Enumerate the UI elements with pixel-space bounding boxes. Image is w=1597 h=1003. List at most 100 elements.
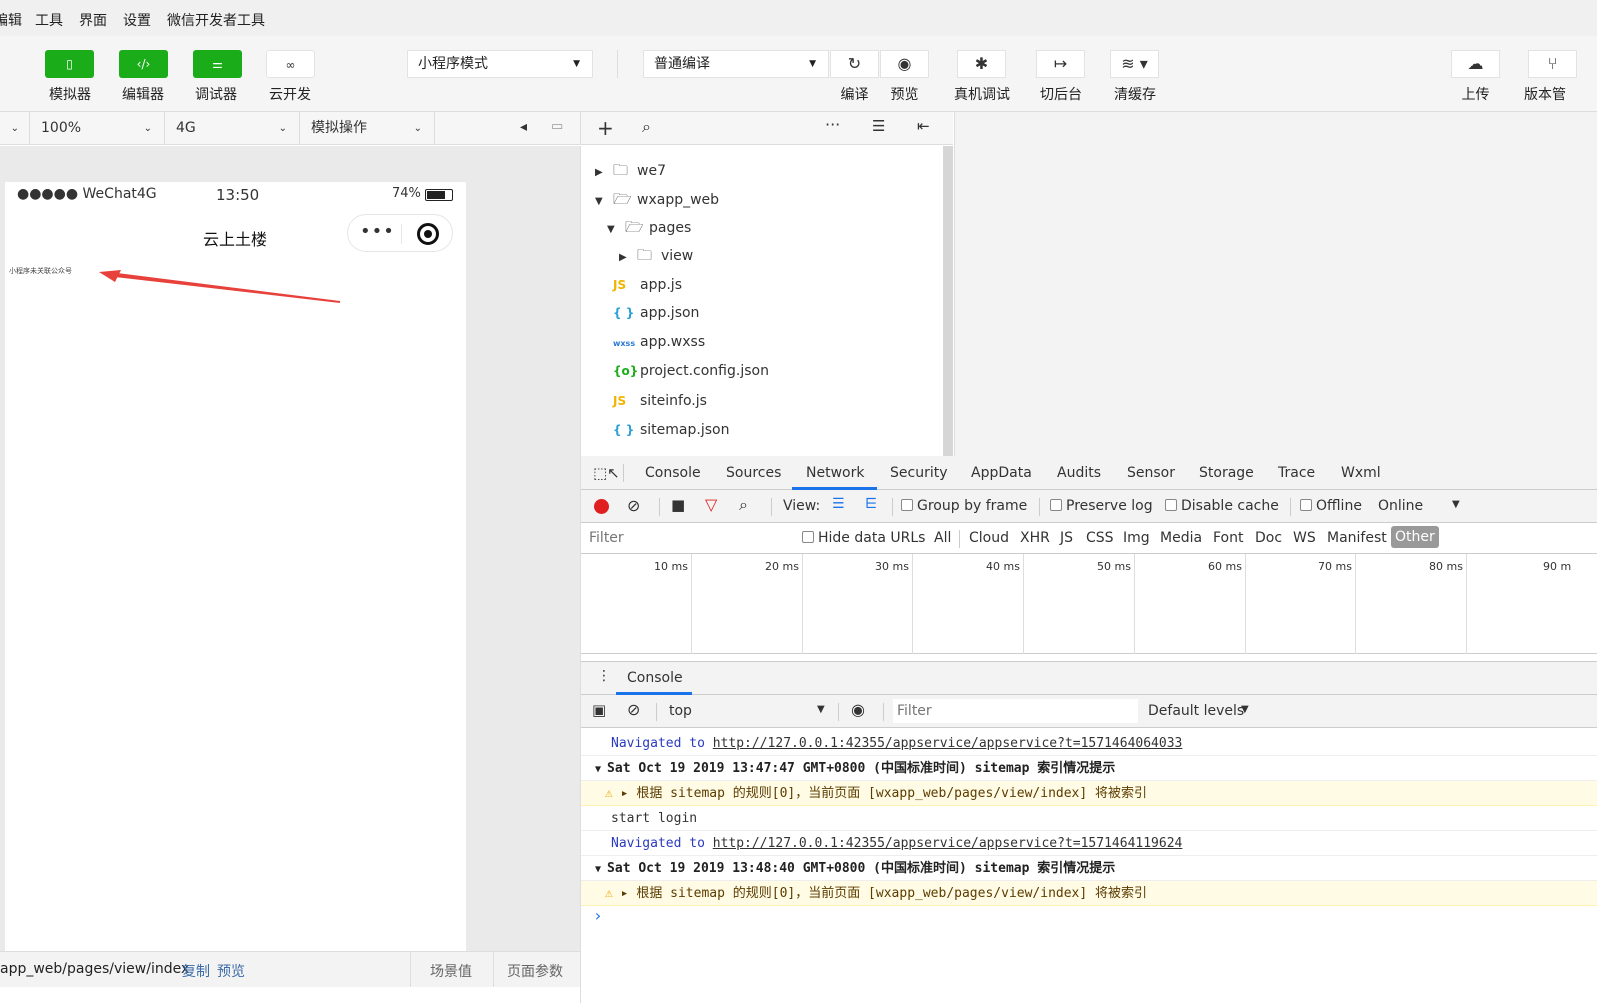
caret-down-icon[interactable]: ▼ bbox=[607, 220, 625, 240]
page-params-button[interactable]: 页面参数 bbox=[507, 961, 563, 981]
drawer-menu-icon[interactable]: ⋮ bbox=[597, 668, 611, 684]
upload-button[interactable]: ☁ bbox=[1451, 50, 1500, 78]
caret-right-icon[interactable]: ▶ bbox=[619, 248, 637, 268]
zoom-select[interactable]: 100% ⌄ bbox=[31, 112, 165, 145]
record-icon[interactable] bbox=[594, 499, 609, 514]
type-filter-img[interactable]: Img bbox=[1123, 530, 1150, 546]
tab-console[interactable]: Console bbox=[645, 465, 701, 481]
volume-icon[interactable]: ◂ bbox=[520, 119, 527, 135]
more-icon[interactable]: ··· bbox=[825, 115, 840, 134]
type-filter-other[interactable]: Other bbox=[1391, 526, 1439, 548]
simulator-button[interactable]: ▯ bbox=[45, 50, 94, 78]
compile-button[interactable]: ↻ bbox=[830, 50, 879, 78]
caret-down-icon[interactable]: ▼ bbox=[817, 704, 825, 715]
navigated-url-link[interactable]: http://127.0.0.1:42355/appservice/appser… bbox=[713, 736, 1183, 751]
tab-trace[interactable]: Trace bbox=[1278, 465, 1315, 481]
menu-interface[interactable]: 界面 bbox=[79, 10, 107, 30]
type-filter-media[interactable]: Media bbox=[1160, 530, 1202, 546]
inspect-element-icon[interactable]: ⬚↖ bbox=[593, 464, 620, 482]
navigated-url-link[interactable]: http://127.0.0.1:42355/appservice/appser… bbox=[713, 836, 1183, 851]
preview-link[interactable]: 预览 bbox=[217, 961, 245, 981]
search-icon[interactable]: ⌕ bbox=[739, 495, 748, 515]
search-icon[interactable]: ⌕ bbox=[642, 117, 651, 137]
more-icon[interactable]: ••• bbox=[360, 221, 395, 242]
file-tree-item[interactable]: JS siteinfo.js bbox=[613, 391, 707, 411]
type-filter-all[interactable]: All bbox=[934, 530, 951, 546]
tab-audits[interactable]: Audits bbox=[1057, 465, 1101, 481]
menu-settings[interactable]: 设置 bbox=[123, 10, 151, 30]
caret-down-icon[interactable]: ▼ bbox=[595, 764, 607, 775]
console-prompt[interactable]: › bbox=[593, 906, 603, 925]
type-filter-ws[interactable]: WS bbox=[1293, 530, 1316, 546]
clear-console-icon[interactable]: ⊘ bbox=[627, 700, 640, 719]
file-tree-item[interactable]: { } app.json bbox=[613, 303, 699, 323]
collapse-icon[interactable]: ☰ bbox=[872, 117, 885, 135]
hide-data-urls-checkbox[interactable]: Hide data URLs bbox=[802, 530, 925, 546]
type-filter-doc[interactable]: Doc bbox=[1255, 530, 1282, 546]
sidebar-toggle-icon[interactable]: ⇤ bbox=[917, 117, 930, 135]
network-select[interactable]: 4G ⌄ bbox=[166, 112, 300, 145]
close-mini-program-icon[interactable] bbox=[417, 223, 439, 245]
offline-checkbox[interactable]: Offline bbox=[1300, 498, 1362, 514]
caret-down-icon[interactable]: ▼ bbox=[1241, 704, 1249, 715]
file-tree-item[interactable]: ▶ 🗀 view bbox=[619, 245, 693, 265]
network-filter-input[interactable] bbox=[585, 526, 785, 550]
caret-down-icon[interactable]: ▼ bbox=[595, 192, 613, 212]
caret-right-icon[interactable]: ▶ bbox=[595, 163, 613, 183]
eye-icon[interactable]: ◉ bbox=[851, 700, 865, 719]
waterfall-view-icon[interactable]: ⋿ bbox=[865, 496, 877, 512]
type-filter-cloud[interactable]: Cloud bbox=[969, 530, 1009, 546]
caret-right-icon[interactable]: ▸ bbox=[621, 886, 637, 901]
file-tree-item[interactable]: ▼ 🗁 wxapp_web bbox=[595, 189, 719, 209]
file-tree-item[interactable]: wxss app.wxss bbox=[613, 332, 705, 352]
compile-select[interactable]: 普通编译 ▼ bbox=[643, 50, 829, 78]
operation-select[interactable]: 模拟操作 ⌄ bbox=[301, 112, 435, 145]
version-button[interactable]: ⑂ bbox=[1528, 50, 1577, 78]
editor-button[interactable]: ‹/› bbox=[119, 50, 168, 78]
menu-edit[interactable]: 编辑 bbox=[0, 10, 22, 30]
type-filter-xhr[interactable]: XHR bbox=[1020, 530, 1050, 546]
throttling-select[interactable]: Online bbox=[1378, 498, 1423, 514]
tab-sensor[interactable]: Sensor bbox=[1127, 465, 1175, 481]
preserve-log-checkbox[interactable]: Preserve log bbox=[1050, 498, 1153, 514]
tab-appdata[interactable]: AppData bbox=[971, 465, 1032, 481]
file-tree-item[interactable]: ▼ 🗁 pages bbox=[607, 217, 691, 237]
clear-cache-button[interactable]: ≋ ▾ bbox=[1110, 50, 1159, 78]
disable-cache-checkbox[interactable]: Disable cache bbox=[1165, 498, 1279, 514]
tab-wxml[interactable]: Wxml bbox=[1341, 465, 1381, 481]
window-icon[interactable]: ▭ bbox=[551, 119, 563, 134]
clear-icon[interactable]: ⊘ bbox=[627, 496, 640, 515]
levels-select[interactable]: Default levels bbox=[1148, 703, 1244, 719]
sidebar-toggle-icon[interactable]: ▣ bbox=[592, 701, 606, 719]
caret-right-icon[interactable]: ▸ bbox=[621, 786, 637, 801]
menu-wechat-devtools[interactable]: 微信开发者工具 bbox=[167, 10, 265, 30]
list-view-icon[interactable]: ☰ bbox=[832, 496, 845, 512]
scene-button[interactable]: 场景值 bbox=[430, 961, 472, 981]
debugger-button[interactable]: ⚌ bbox=[193, 50, 242, 78]
file-tree-scrollbar[interactable] bbox=[943, 146, 953, 456]
file-tree-item[interactable]: { } sitemap.json bbox=[613, 420, 729, 440]
tab-storage[interactable]: Storage bbox=[1199, 465, 1254, 481]
caret-down-icon[interactable]: ▼ bbox=[1452, 499, 1460, 510]
camera-icon[interactable]: ■ bbox=[671, 496, 685, 514]
menu-tools[interactable]: 工具 bbox=[35, 10, 63, 30]
copy-link[interactable]: 复制 bbox=[182, 961, 210, 981]
tab-security[interactable]: Security bbox=[890, 465, 948, 481]
type-filter-manifest[interactable]: Manifest bbox=[1327, 530, 1387, 546]
type-filter-font[interactable]: Font bbox=[1213, 530, 1243, 546]
device-select[interactable]: ⌄ bbox=[0, 112, 30, 145]
console-filter-input[interactable] bbox=[893, 699, 1138, 723]
remote-debug-button[interactable]: ✱ bbox=[957, 50, 1006, 78]
preview-button[interactable]: ◉ bbox=[880, 50, 929, 78]
caret-down-icon[interactable]: ▼ bbox=[595, 864, 607, 875]
type-filter-js[interactable]: JS bbox=[1060, 530, 1073, 546]
tab-network[interactable]: Network bbox=[806, 465, 864, 481]
cloud-dev-button[interactable]: ∞ bbox=[266, 50, 315, 78]
drawer-tab-console[interactable]: Console bbox=[627, 670, 683, 686]
tab-sources[interactable]: Sources bbox=[726, 465, 781, 481]
switch-background-button[interactable]: ↦ bbox=[1036, 50, 1085, 78]
type-filter-css[interactable]: CSS bbox=[1086, 530, 1114, 546]
file-tree-item[interactable]: JS app.js bbox=[613, 275, 682, 295]
add-icon[interactable]: + bbox=[597, 116, 614, 140]
filter-icon[interactable]: ▽ bbox=[705, 495, 717, 514]
